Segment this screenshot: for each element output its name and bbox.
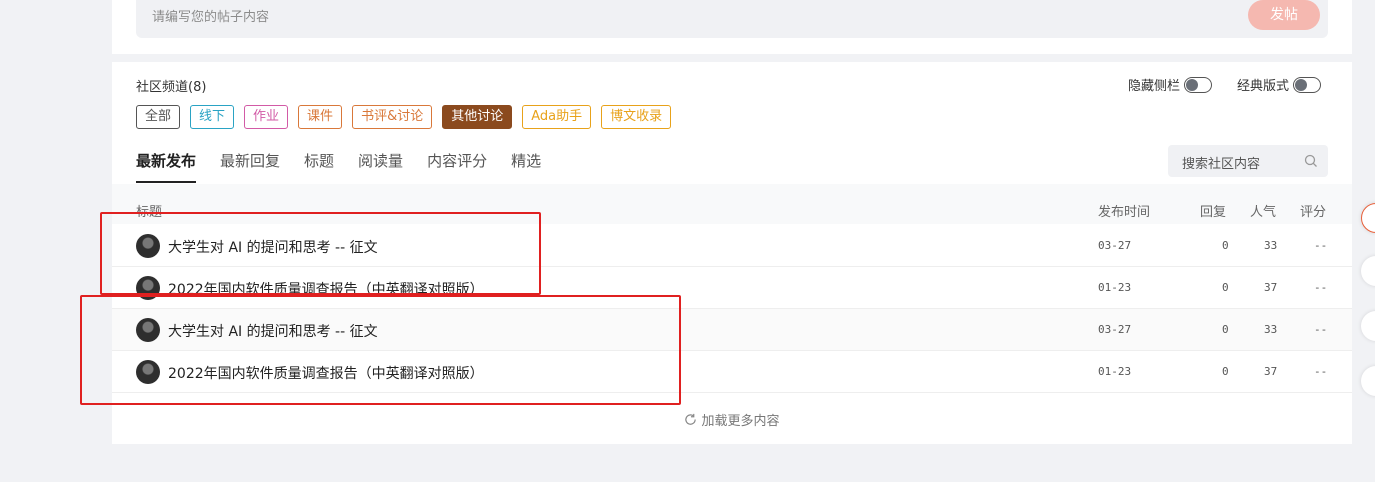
post-replies: 0 [1222,365,1229,378]
channel-tag[interactable]: 博文收录 [601,105,672,129]
side-float-button-4[interactable] [1361,366,1375,396]
post-score: -- [1314,323,1328,336]
sort-tabs: 最新发布 最新回复 标题 阅读量 内容评分 精选 [136,150,565,183]
channel-tags: 全部 线下 作业 课件 书评&讨论 其他讨论 Ada助手 博文收录 [136,105,681,129]
sort-tab[interactable]: 最新回复 [220,150,280,183]
post-time: 03-27 [1098,323,1132,336]
post-popularity: 33 [1264,239,1278,252]
load-more-label: 加载更多内容 [701,414,780,429]
post-time: 03-27 [1098,239,1132,252]
sort-tab[interactable]: 标题 [304,150,334,183]
header-time: 发布时间 [1098,205,1151,220]
channel-tag[interactable]: 作业 [244,105,289,129]
hide-sidebar-switch[interactable] [1184,76,1213,93]
post-button[interactable]: 发帖 [1248,0,1320,30]
post-replies: 0 [1222,323,1229,336]
post-score: -- [1314,239,1328,252]
load-more-button[interactable]: 加载更多内容 [112,410,1352,429]
classic-layout-toggle[interactable]: 经典版式 [1237,75,1322,94]
classic-layout-switch[interactable] [1293,76,1322,93]
post-time: 01-23 [1098,281,1132,294]
composer-card: 请编写您的帖子内容 发帖 [112,0,1352,54]
refresh-icon [685,413,697,425]
post-score: -- [1314,281,1328,294]
hide-sidebar-label: 隐藏侧栏 [1128,79,1181,94]
side-float-button-2[interactable] [1361,256,1375,286]
sort-tab[interactable]: 内容评分 [427,150,487,183]
post-score: -- [1314,365,1328,378]
header-popularity: 人气 [1250,205,1277,220]
header-replies: 回复 [1200,205,1227,220]
side-float-button-1[interactable] [1361,203,1375,233]
channel-title: 社区频道(8) [136,80,207,95]
search-icon[interactable] [1304,153,1318,172]
post-replies: 0 [1222,239,1229,252]
search-placeholder: 搜索社区内容 [1182,157,1261,172]
side-float-button-3[interactable] [1361,311,1375,341]
sort-tab[interactable]: 精选 [511,150,541,183]
channel-tag[interactable]: 书评&讨论 [352,105,433,129]
post-composer-input[interactable]: 请编写您的帖子内容 发帖 [136,0,1328,38]
sort-tab[interactable]: 阅读量 [358,150,403,183]
header-score: 评分 [1300,205,1327,220]
post-replies: 0 [1222,281,1229,294]
channel-tag[interactable]: 其他讨论 [442,105,513,129]
post-time: 01-23 [1098,365,1132,378]
post-popularity: 33 [1264,323,1278,336]
composer-placeholder: 请编写您的帖子内容 [152,10,270,25]
hide-sidebar-toggle[interactable]: 隐藏侧栏 [1128,75,1213,94]
highlight-box-2 [80,295,681,405]
channel-tag[interactable]: 课件 [298,105,343,129]
sort-tab[interactable]: 最新发布 [136,150,197,183]
channel-tag[interactable]: 线下 [190,105,235,129]
channel-tag[interactable]: 全部 [136,105,181,129]
post-popularity: 37 [1264,281,1278,294]
post-popularity: 37 [1264,365,1278,378]
search-input[interactable]: 搜索社区内容 [1168,145,1328,177]
classic-layout-label: 经典版式 [1237,79,1290,94]
highlight-box-1 [100,212,541,295]
channel-tag[interactable]: Ada助手 [522,105,592,129]
